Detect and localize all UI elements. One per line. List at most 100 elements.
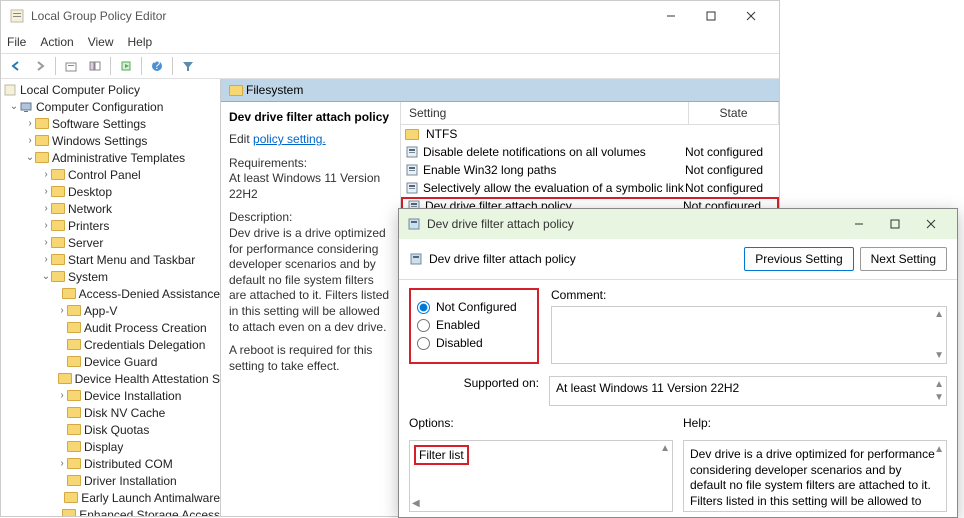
tree-item[interactable]: ›Distributed COM bbox=[1, 455, 220, 472]
tree-item[interactable]: ›Windows Settings bbox=[1, 132, 220, 149]
close-button[interactable] bbox=[731, 2, 771, 30]
folder-icon bbox=[67, 390, 81, 401]
tree-item[interactable]: ›Software Settings bbox=[1, 115, 220, 132]
chevron-right-icon[interactable]: › bbox=[25, 118, 35, 129]
previous-setting-button[interactable]: Previous Setting bbox=[744, 247, 853, 271]
tree-root[interactable]: Local Computer Policy bbox=[1, 81, 220, 98]
tree-computer-config[interactable]: ⌄ Computer Configuration bbox=[1, 98, 220, 115]
app-icon bbox=[9, 8, 25, 24]
folder-icon bbox=[405, 129, 419, 140]
menu-action[interactable]: Action bbox=[40, 35, 73, 49]
scroll-up-icon[interactable]: ▲ bbox=[660, 443, 670, 454]
options-box[interactable]: Filter list ▲ ◀ bbox=[409, 440, 673, 512]
scroll-down-icon[interactable]: ▼ bbox=[934, 392, 944, 403]
forward-button[interactable] bbox=[29, 55, 51, 77]
chevron-right-icon[interactable]: › bbox=[41, 220, 51, 231]
svg-text:?: ? bbox=[154, 59, 161, 72]
show-hide-button[interactable] bbox=[84, 55, 106, 77]
chevron-right-icon[interactable]: › bbox=[41, 169, 51, 180]
dialog-minimize-button[interactable] bbox=[841, 210, 877, 238]
scroll-up-icon[interactable]: ▲ bbox=[934, 309, 944, 320]
tree-item[interactable]: ›Server bbox=[1, 234, 220, 251]
chevron-down-icon[interactable]: ⌄ bbox=[41, 271, 51, 282]
chevron-right-icon[interactable]: › bbox=[41, 186, 51, 197]
tree-item[interactable]: Enhanced Storage Access bbox=[1, 506, 220, 516]
radio-enabled[interactable]: Enabled bbox=[417, 318, 529, 332]
chevron-right-icon[interactable]: › bbox=[41, 203, 51, 214]
menu-file[interactable]: File bbox=[7, 35, 26, 49]
next-setting-button[interactable]: Next Setting bbox=[860, 247, 947, 271]
tree-item[interactable]: Disk NV Cache bbox=[1, 404, 220, 421]
chevron-right-icon[interactable]: › bbox=[25, 135, 35, 146]
scroll-down-icon[interactable]: ▼ bbox=[934, 350, 944, 361]
column-state[interactable]: State bbox=[689, 102, 779, 124]
tree-item[interactable]: Device Guard bbox=[1, 353, 220, 370]
tree-item[interactable]: Display bbox=[1, 438, 220, 455]
tree-item[interactable]: Credentials Delegation bbox=[1, 336, 220, 353]
setting-title: Dev drive filter attach policy bbox=[229, 110, 392, 124]
tree-item[interactable]: Early Launch Antimalware bbox=[1, 489, 220, 506]
folder-icon bbox=[67, 339, 81, 350]
tree-item[interactable]: Audit Process Creation bbox=[1, 319, 220, 336]
up-button[interactable] bbox=[60, 55, 82, 77]
tree-item[interactable]: ›App-V bbox=[1, 302, 220, 319]
folder-icon bbox=[67, 322, 81, 333]
filter-list-label: Filter list bbox=[414, 445, 469, 465]
chevron-right-icon[interactable]: › bbox=[41, 237, 51, 248]
chevron-right-icon[interactable]: › bbox=[57, 390, 67, 401]
list-row[interactable]: Enable Win32 long pathsNot configured bbox=[401, 161, 779, 179]
dialog-maximize-button[interactable] bbox=[877, 210, 913, 238]
tree-item[interactable]: ›Device Installation bbox=[1, 387, 220, 404]
tree-item[interactable]: ›Start Menu and Taskbar bbox=[1, 251, 220, 268]
folder-icon bbox=[51, 271, 65, 282]
path-header: Filesystem bbox=[221, 79, 779, 102]
setting-icon bbox=[405, 181, 419, 195]
chevron-right-icon[interactable]: › bbox=[57, 458, 67, 469]
maximize-button[interactable] bbox=[691, 2, 731, 30]
tree-item[interactable]: Driver Installation bbox=[1, 472, 220, 489]
setting-icon bbox=[405, 163, 419, 177]
folder-icon bbox=[64, 492, 78, 503]
chevron-right-icon[interactable]: › bbox=[41, 254, 51, 265]
tree-pane[interactable]: Local Computer Policy ⌄ Computer Configu… bbox=[1, 79, 221, 516]
tree-item[interactable]: ⌄Administrative Templates bbox=[1, 149, 220, 166]
list-row[interactable]: Selectively allow the evaluation of a sy… bbox=[401, 179, 779, 197]
column-setting[interactable]: Setting bbox=[401, 102, 689, 124]
radio-disabled[interactable]: Disabled bbox=[417, 336, 529, 350]
tree-item[interactable]: ›Desktop bbox=[1, 183, 220, 200]
menu-help[interactable]: Help bbox=[128, 35, 153, 49]
chevron-down-icon[interactable]: ⌄ bbox=[9, 101, 19, 112]
tree-item[interactable]: ›Control Panel bbox=[1, 166, 220, 183]
tree-item[interactable]: ›Network bbox=[1, 200, 220, 217]
tree-item[interactable]: ›Printers bbox=[1, 217, 220, 234]
scroll-up-icon[interactable]: ▲ bbox=[934, 443, 944, 456]
help-text: Dev drive is a drive optimized for perfo… bbox=[683, 440, 947, 512]
comment-label: Comment: bbox=[551, 288, 947, 302]
tree-item[interactable]: Device Health Attestation S bbox=[1, 370, 220, 387]
scroll-left-icon[interactable]: ◀ bbox=[412, 498, 420, 509]
chevron-down-icon[interactable]: ⌄ bbox=[25, 152, 35, 163]
dialog-close-button[interactable] bbox=[913, 210, 949, 238]
list-row[interactable]: NTFS bbox=[401, 125, 779, 143]
help-label: Help: bbox=[683, 416, 947, 430]
comment-textarea[interactable]: ▲ ▼ bbox=[551, 306, 947, 364]
edit-policy-link[interactable]: policy setting. bbox=[253, 132, 326, 146]
export-button[interactable] bbox=[115, 55, 137, 77]
minimize-button[interactable] bbox=[651, 2, 691, 30]
dialog-titlebar[interactable]: Dev drive filter attach policy bbox=[399, 209, 957, 239]
folder-icon bbox=[51, 254, 65, 265]
setting-icon bbox=[405, 145, 419, 159]
filter-button[interactable] bbox=[177, 55, 199, 77]
tree-item[interactable]: Disk Quotas bbox=[1, 421, 220, 438]
help-button[interactable]: ? bbox=[146, 55, 168, 77]
scroll-up-icon[interactable]: ▲ bbox=[934, 379, 944, 390]
folder-icon bbox=[62, 509, 76, 516]
chevron-right-icon[interactable]: › bbox=[57, 305, 67, 316]
back-button[interactable] bbox=[5, 55, 27, 77]
folder-icon bbox=[51, 220, 65, 231]
list-row[interactable]: Disable delete notifications on all volu… bbox=[401, 143, 779, 161]
menu-view[interactable]: View bbox=[88, 35, 114, 49]
tree-item[interactable]: Access-Denied Assistance bbox=[1, 285, 220, 302]
tree-item[interactable]: ⌄System bbox=[1, 268, 220, 285]
radio-not-configured[interactable]: Not Configured bbox=[417, 300, 529, 314]
